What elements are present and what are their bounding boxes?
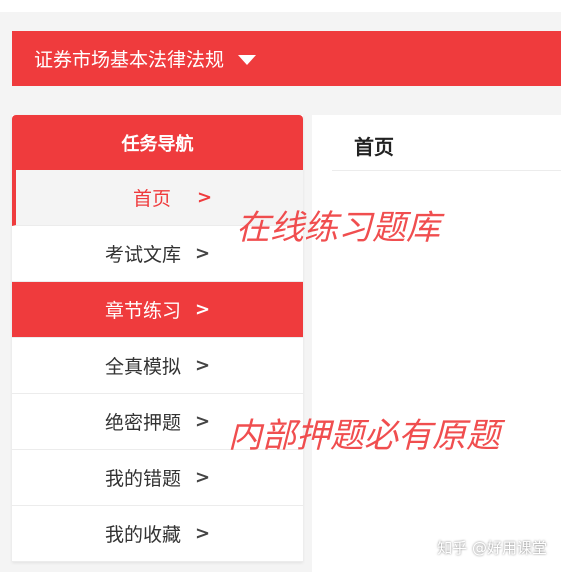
chevron-right-icon: > (194, 411, 211, 432)
sidebar-item-label: 我的错题 (104, 468, 181, 490)
sidebar-item-my-mistakes[interactable]: 我的错题 > (12, 450, 303, 506)
main-content-panel: 首页 (312, 115, 561, 572)
sidebar-item-home[interactable]: 首页 > (12, 170, 303, 226)
subject-selector[interactable]: 证券市场基本法律法规 (12, 31, 561, 86)
sidebar-header: 任务导航 (12, 115, 303, 170)
chevron-right-icon: > (194, 299, 211, 320)
top-strip (0, 0, 561, 12)
sidebar-item-secret-questions[interactable]: 绝密押题 > (12, 394, 303, 450)
task-navigation-sidebar: 任务导航 首页 > 考试文库 > 章节练习 > 全真模拟 > 绝密押题 > 我的… (12, 115, 303, 562)
subject-label: 证券市场基本法律法规 (34, 49, 225, 71)
sidebar-item-label: 全真模拟 (104, 356, 181, 378)
sidebar-item-chapter-practice[interactable]: 章节练习 > (12, 282, 303, 338)
watermark: 知乎 @好用课堂 (437, 539, 547, 557)
sidebar-item-label: 我的收藏 (104, 524, 181, 546)
title-divider (332, 170, 561, 171)
sidebar-item-my-favorites[interactable]: 我的收藏 > (12, 506, 303, 562)
chevron-right-icon: > (194, 243, 211, 264)
chevron-right-icon: > (194, 355, 211, 376)
sidebar-item-label: 章节练习 (104, 300, 181, 322)
page-title: 首页 (354, 135, 394, 159)
caret-down-icon[interactable] (238, 54, 257, 65)
chevron-right-icon: > (196, 187, 213, 208)
sidebar-item-exam-library[interactable]: 考试文库 > (12, 226, 303, 282)
sidebar-item-mock-exam[interactable]: 全真模拟 > (12, 338, 303, 394)
sidebar-item-label: 首页 (132, 188, 171, 210)
chevron-right-icon: > (194, 467, 211, 488)
chevron-right-icon: > (194, 523, 211, 544)
sidebar-item-label: 绝密押题 (104, 412, 181, 434)
sidebar-item-label: 考试文库 (104, 244, 181, 266)
